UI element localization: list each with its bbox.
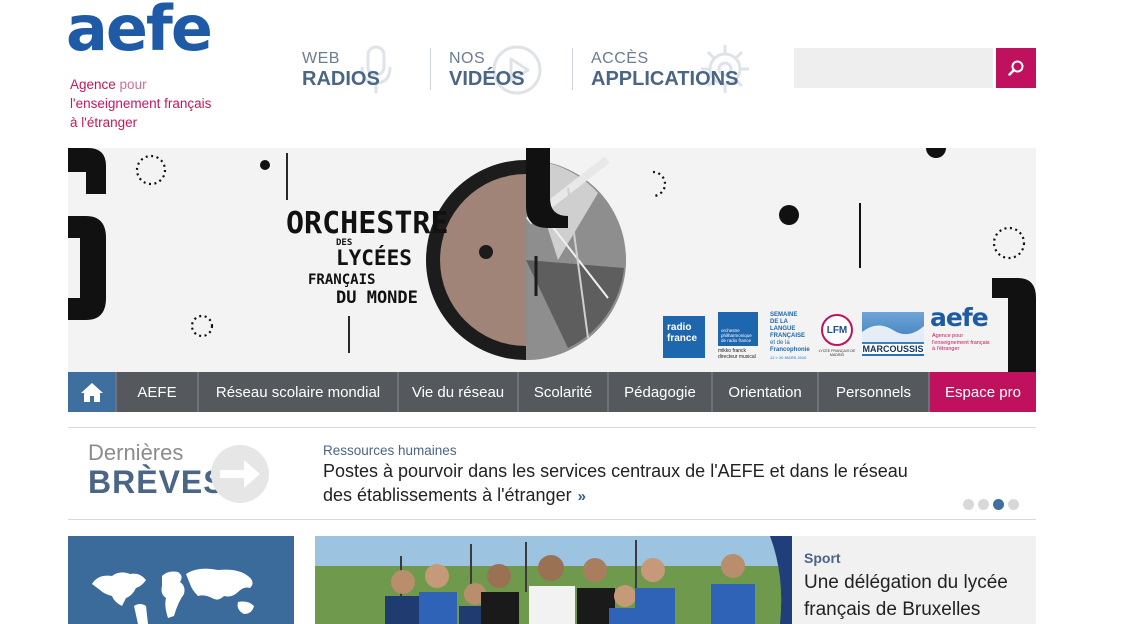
featured-title[interactable]: Une délégation du lycée français de Brux… [804, 569, 1024, 623]
carousel-dot-active[interactable] [993, 499, 1004, 510]
banner-title-orchestre: ORCHESTRE [286, 206, 449, 241]
semaine-line6: Francophonie [770, 347, 810, 353]
nav-vie-du-reseau[interactable]: Vie du réseau [399, 372, 517, 412]
nav-personnels[interactable]: Personnels [819, 372, 928, 412]
nav-pedagogie[interactable]: Pédagogie [609, 372, 711, 412]
topnav-radios-small: WEB [302, 50, 340, 67]
sport-photo[interactable] [315, 536, 792, 624]
logo-tagline-line3: à l'étranger [70, 115, 138, 130]
topnav-apps-small: ACCÈS [591, 50, 649, 67]
carousel-dot[interactable] [963, 499, 974, 510]
lfm-name: LYCÉE FRANÇAIS DE MADRID [818, 349, 856, 357]
aefe-sponsor-logo[interactable]: aefe [930, 303, 989, 332]
orchestre-philharmonique-logo[interactable]: orchestre philharmonique de radio france [718, 312, 758, 346]
news-headline[interactable]: Postes à pourvoir dans les services cent… [323, 459, 923, 509]
nav-aefe[interactable]: AEFE [117, 372, 197, 412]
radio-france-logo[interactable]: radio france [663, 316, 705, 358]
topnav-acces-applications[interactable]: ACCÈS APPLICATIONS [591, 45, 749, 93]
nav-home[interactable] [68, 372, 115, 412]
search-icon [1008, 60, 1024, 76]
aefe-sponsor-sub3: à l'étranger [932, 346, 960, 352]
breves-heading-big: BRÈVES [88, 464, 226, 500]
nav-espace-pro[interactable]: Espace pro [930, 372, 1036, 412]
carousel-dot[interactable] [1008, 499, 1019, 510]
aefe-sponsor-tagline: Agence pour l'enseignement français à l'… [932, 333, 990, 353]
news-headline-text[interactable]: Postes à pourvoir dans les services cent… [323, 461, 908, 505]
radio-france-text-1: radio [667, 322, 692, 333]
world-map-icon [92, 568, 254, 624]
logo-tagline-line2: l'enseignement français [70, 96, 212, 111]
featured-category[interactable]: Sport [804, 550, 841, 566]
semaine-line3: LANGUE [770, 326, 796, 332]
topnav-apps-big: APPLICATIONS [591, 68, 739, 90]
topnav-nos-videos[interactable]: NOS VIDÉOS [449, 45, 542, 95]
search-button[interactable] [996, 48, 1036, 88]
search-input[interactable] [794, 48, 993, 88]
lfm-logo[interactable]: LFM [821, 314, 853, 346]
banner-title-du-monde: DU MONDE [336, 288, 418, 308]
read-more-link[interactable]: » [578, 488, 586, 505]
topnav-web-radios[interactable]: WEB RADIOS [302, 45, 392, 93]
radio-france-text-2: france [667, 333, 698, 344]
orchestre-line3: de radio france [721, 338, 752, 343]
semaine-line5: et de la [770, 340, 790, 346]
breves-heading-small: Dernières [88, 440, 184, 465]
topnav-divider [572, 48, 573, 90]
news-category[interactable]: Ressources humaines [323, 443, 457, 458]
nav-orientation[interactable]: Orientation [713, 372, 817, 412]
nav-reseau-scolaire-mondial[interactable]: Réseau scolaire mondial [199, 372, 397, 412]
carousel-dot[interactable] [978, 499, 989, 510]
divider [68, 519, 1036, 520]
marcoussis-logo[interactable]: MARCOUSSIS [862, 312, 924, 356]
world-map-tile[interactable] [68, 536, 294, 624]
semaine-langue-logo[interactable]: SEMAINE DE LA LANGUE FRANÇAISE et de la … [770, 312, 814, 360]
main-navigation: AEFE Réseau scolaire mondial Vie du rése… [68, 372, 1036, 412]
semaine-line1: SEMAINE [770, 312, 798, 318]
logo-tagline-agence: Agence [70, 77, 116, 92]
topnav-videos-small: NOS [449, 50, 486, 67]
orchestre-director: mikko franck directeur musical [718, 348, 756, 360]
logo-tagline-pour: pour [115, 77, 147, 92]
home-icon [80, 383, 103, 402]
banner-title-lycees: LYCÉES [336, 246, 412, 270]
hero-banner[interactable]: ORCHESTRE DES LYCÉES FRANÇAIS DU MONDE r… [68, 148, 1036, 372]
arrow-right-icon [211, 445, 269, 503]
topnav-videos-big: VIDÉOS [449, 68, 525, 90]
divider [68, 427, 1036, 428]
photo-illustration [315, 536, 792, 624]
orchestre-line5: directeur musical [718, 354, 756, 360]
logo-tagline: Agence pour l'enseignement français à l'… [70, 75, 211, 132]
semaine-line7: 12 > 20 MARS 2016 [770, 355, 807, 360]
semaine-line4: FRANÇAISE [770, 333, 806, 339]
nav-scolarite[interactable]: Scolarité [519, 372, 607, 412]
logo-wordmark[interactable]: aefe [66, 0, 213, 64]
semaine-line2: DE LA [770, 319, 788, 325]
topnav-radios-big: RADIOS [302, 68, 380, 90]
marcoussis-label: MARCOUSSIS [862, 344, 924, 354]
topnav-divider [430, 48, 431, 90]
banner-title-francais: FRANÇAIS [308, 272, 376, 288]
